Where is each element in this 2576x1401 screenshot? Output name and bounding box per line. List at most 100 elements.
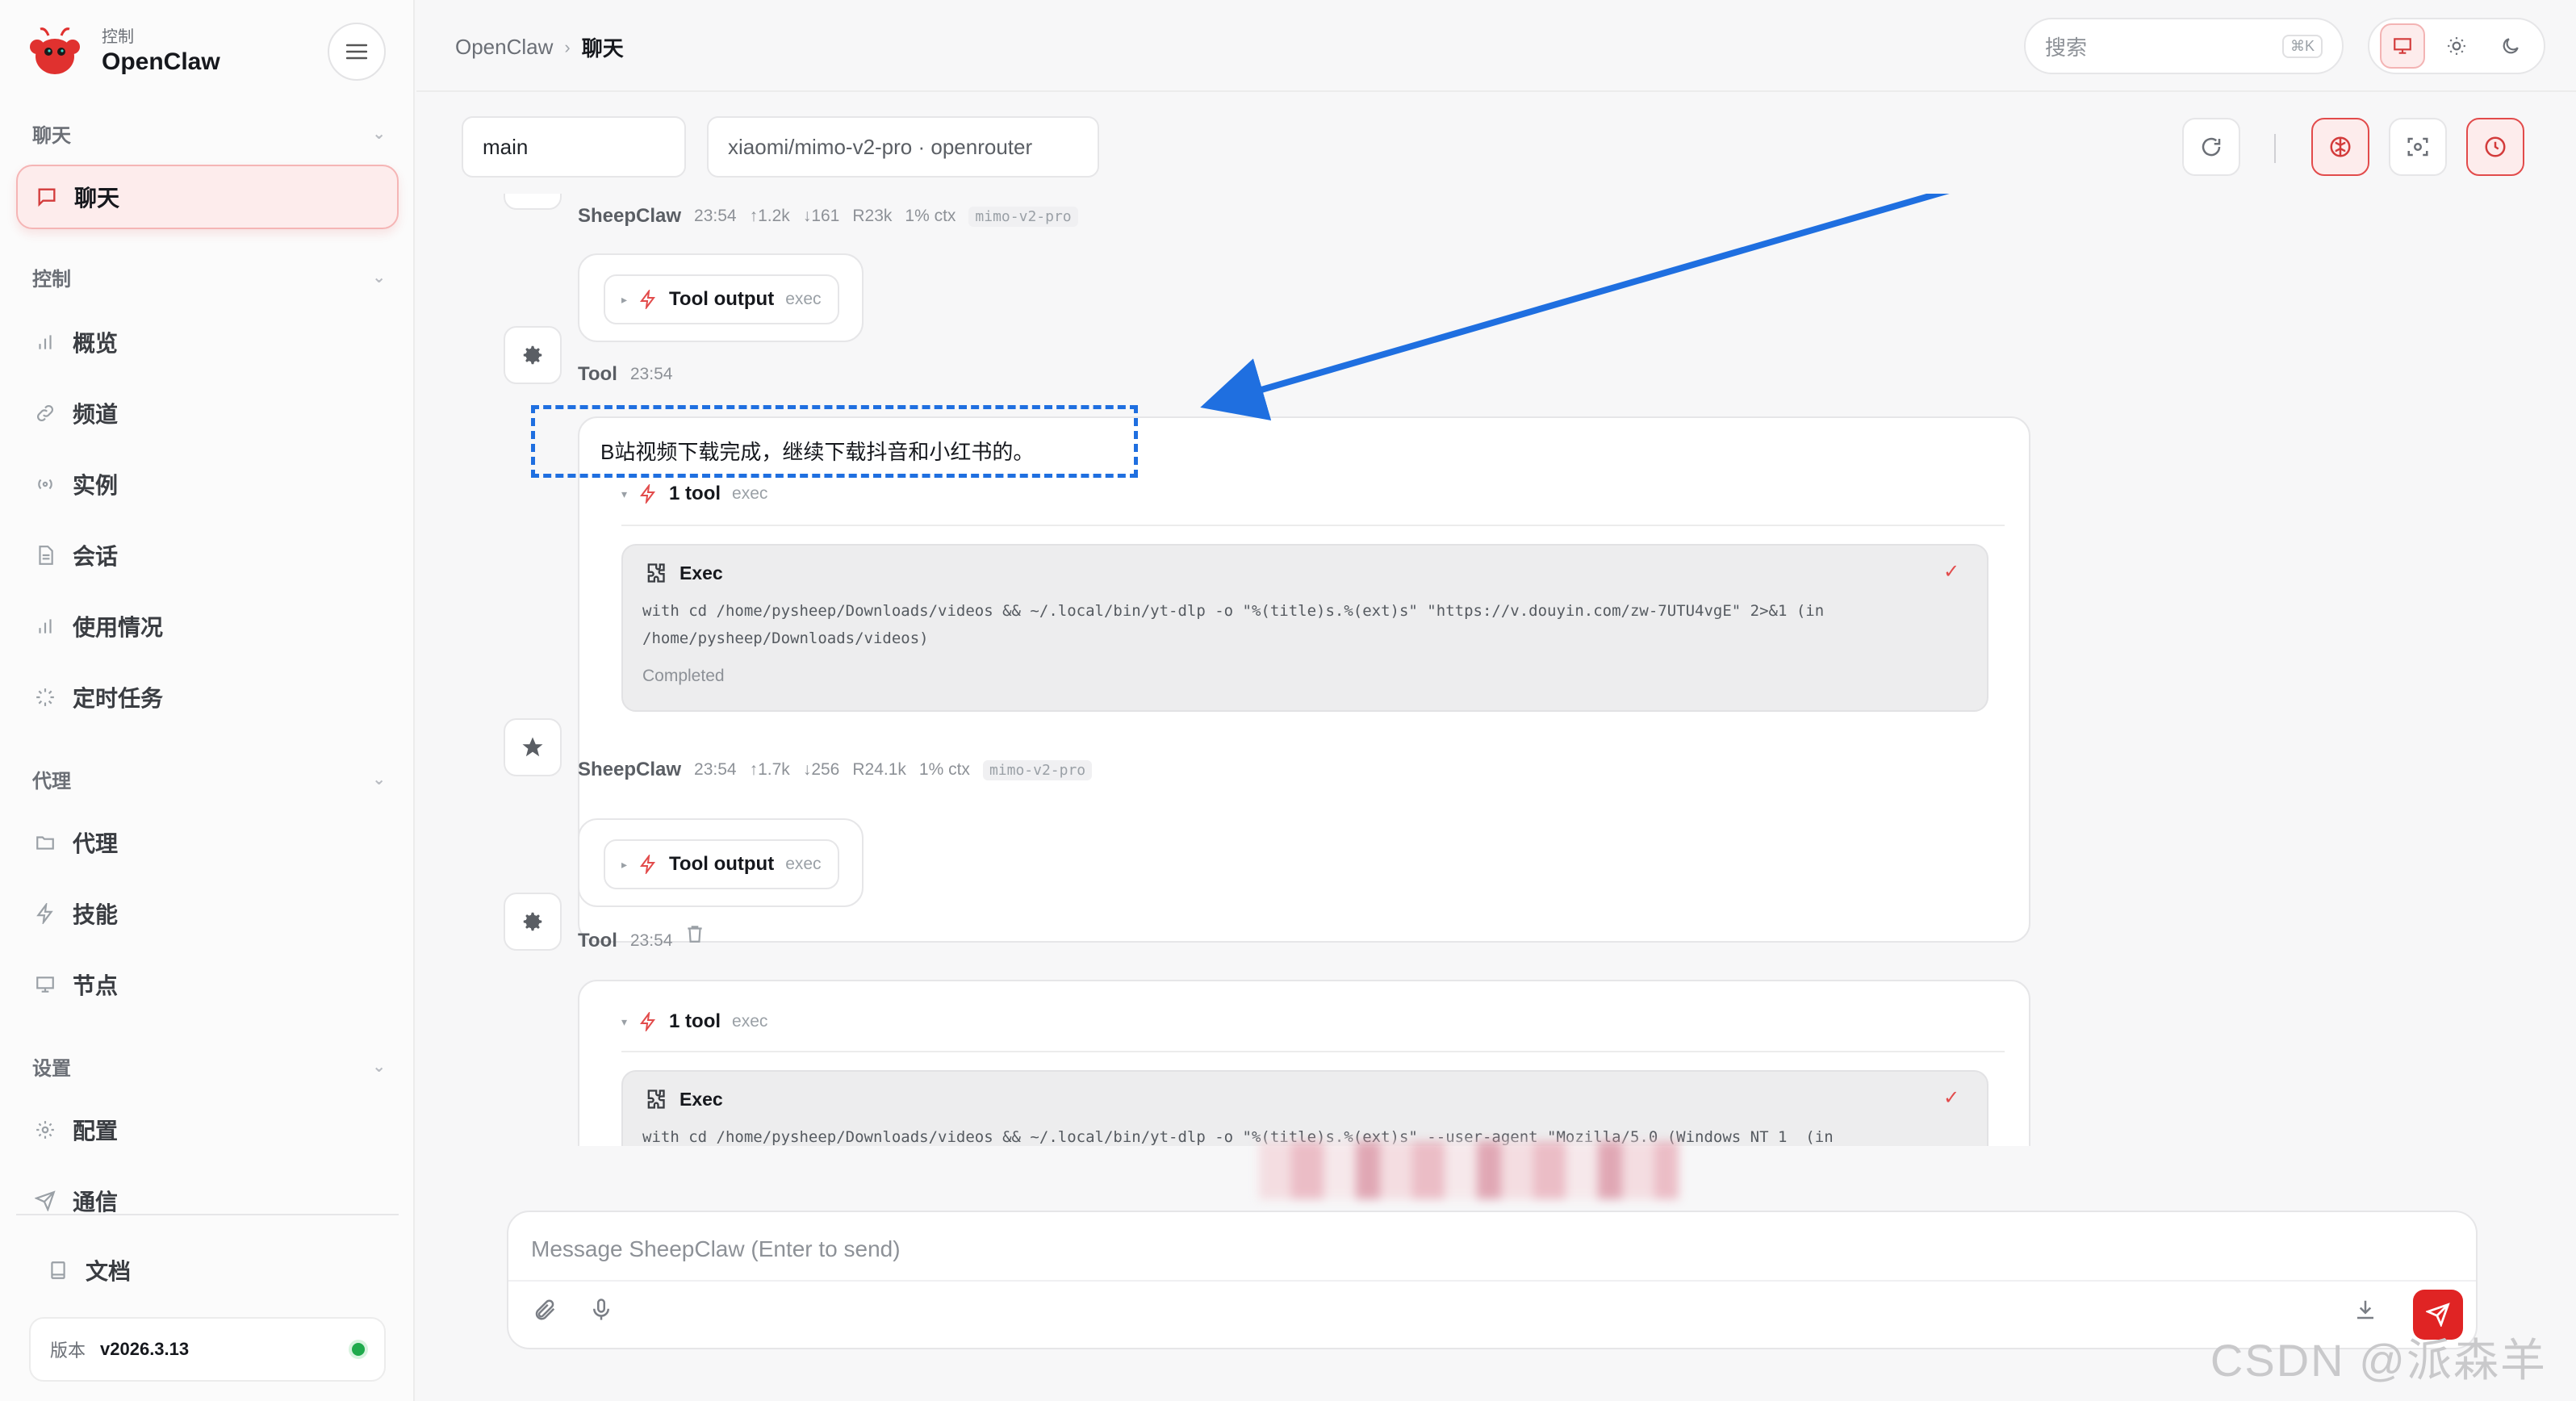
lobster-logo-icon bbox=[26, 23, 84, 81]
theme-toggle bbox=[2368, 18, 2545, 74]
sidebar-item-overview[interactable]: 概览 bbox=[32, 318, 387, 366]
version-label: 版本 bbox=[50, 1340, 86, 1361]
delete-message-button[interactable] bbox=[684, 923, 705, 944]
voice-button[interactable] bbox=[589, 1298, 613, 1322]
refresh-button[interactable] bbox=[2182, 118, 2240, 176]
file-icon bbox=[32, 542, 58, 568]
monitor-icon bbox=[2394, 38, 2412, 54]
sidebar-item-docs[interactable]: 文档 bbox=[45, 1246, 400, 1294]
section-settings-header[interactable]: 设置 ⌄ bbox=[32, 1052, 386, 1081]
chevron-down-icon: ⌄ bbox=[372, 1058, 386, 1076]
hamburger-icon bbox=[346, 44, 367, 60]
star-icon bbox=[522, 737, 543, 757]
assistant-avatar bbox=[504, 718, 562, 776]
message-meta: SheepClaw 23:54 ↑1.7k ↓256 R24.1k 1% ctx… bbox=[578, 759, 1093, 781]
brain-toggle-button[interactable] bbox=[2311, 118, 2369, 176]
attach-button[interactable] bbox=[533, 1298, 557, 1322]
caret-right-icon: ▸ bbox=[621, 857, 628, 871]
folder-icon bbox=[32, 830, 58, 855]
search-shortcut: ⌘K bbox=[2281, 34, 2323, 58]
refresh-icon bbox=[2202, 137, 2221, 157]
tool-group-toggle[interactable]: ▾ 1 tool exec bbox=[621, 1010, 767, 1033]
book-icon bbox=[45, 1257, 71, 1283]
bolt-icon bbox=[638, 1012, 658, 1031]
chat-thread: SheepClaw 23:54 ↑1.2k ↓161 R23k 1% ctx m… bbox=[416, 194, 2576, 1146]
section-chat-header[interactable]: 聊天 ⌄ bbox=[32, 119, 386, 148]
composer-divider bbox=[508, 1280, 2476, 1282]
puzzle-icon bbox=[644, 1088, 667, 1110]
tool-avatar bbox=[504, 893, 562, 951]
radio-icon bbox=[32, 471, 58, 497]
sidebar-item-nodes[interactable]: 节点 bbox=[32, 960, 387, 1009]
tool-result-bubble: ▾ 1 tool exec Exec ✓ with cd /home/pyshe… bbox=[578, 980, 2030, 1146]
chevron-down-icon: ⌄ bbox=[372, 269, 386, 286]
exec-title: Exec bbox=[644, 1088, 723, 1110]
gear-icon bbox=[32, 1117, 58, 1143]
sidebar-item-agents[interactable]: 代理 bbox=[32, 818, 387, 867]
sidebar: 控制 OpenClaw 聊天 ⌄ 聊天 控制 ⌄ 概览 频道 实例 会话 使用情况 bbox=[0, 0, 415, 1401]
search-placeholder: 搜索 bbox=[2045, 35, 2088, 60]
paperclip-icon bbox=[535, 1299, 555, 1320]
message-icon bbox=[34, 184, 60, 210]
clock-icon bbox=[2485, 136, 2506, 157]
sidebar-item-communication[interactable]: 通信 bbox=[32, 1177, 387, 1225]
sidebar-item-skills[interactable]: 技能 bbox=[32, 889, 387, 938]
moon-icon bbox=[2503, 38, 2519, 54]
breadcrumb-current: 聊天 bbox=[581, 36, 624, 61]
sidebar-divider bbox=[16, 1214, 399, 1215]
loader-icon bbox=[32, 684, 58, 710]
brand-name: OpenClaw bbox=[102, 48, 220, 75]
sidebar-item-config[interactable]: 配置 bbox=[32, 1106, 387, 1154]
theme-dark-button[interactable] bbox=[2488, 23, 2533, 69]
send-icon bbox=[2426, 1303, 2450, 1327]
menu-toggle-button[interactable] bbox=[328, 23, 386, 81]
search-input[interactable]: 搜索 ⌘K bbox=[2024, 18, 2344, 74]
bar-chart-icon bbox=[32, 613, 58, 639]
check-icon: ✓ bbox=[1943, 1087, 1960, 1109]
sidebar-item-chat[interactable]: 聊天 bbox=[16, 165, 399, 229]
version-box: 版本 v2026.3.13 bbox=[29, 1317, 386, 1382]
brain-icon bbox=[2330, 136, 2351, 157]
toolbar-separator bbox=[2274, 134, 2276, 163]
sidebar-item-channels[interactable]: 频道 bbox=[32, 389, 387, 437]
breadcrumb: OpenClaw › 聊天 bbox=[455, 32, 624, 62]
chevron-down-icon: ⌄ bbox=[372, 771, 386, 788]
monitor-icon bbox=[32, 972, 58, 997]
sidebar-item-sessions[interactable]: 会话 bbox=[32, 531, 387, 579]
section-control-header[interactable]: 控制 ⌄ bbox=[32, 263, 386, 291]
microphone-icon bbox=[593, 1299, 609, 1320]
trash-icon bbox=[688, 926, 702, 943]
brand-subtitle: 控制 bbox=[102, 28, 134, 46]
model-select[interactable]: xiaomi/mimo-v2-pro · openrouter bbox=[707, 116, 1099, 178]
bolt-icon bbox=[638, 855, 658, 874]
sun-icon bbox=[2448, 37, 2465, 55]
focus-button[interactable] bbox=[2389, 118, 2447, 176]
brand[interactable]: 控制 OpenClaw bbox=[26, 23, 220, 81]
sidebar-item-cron[interactable]: 定时任务 bbox=[32, 673, 387, 721]
tool-output-bubble: ▸ Tool output exec bbox=[578, 818, 864, 907]
chevron-down-icon: ⌄ bbox=[372, 125, 386, 143]
theme-system-button[interactable] bbox=[2380, 23, 2426, 69]
session-select[interactable]: main bbox=[462, 116, 686, 178]
topbar: OpenClaw › 聊天 搜索 ⌘K bbox=[416, 0, 2576, 92]
watermark: CSDN @派森羊 bbox=[2210, 1335, 2547, 1386]
section-agents-header[interactable]: 代理 ⌄ bbox=[32, 765, 386, 793]
breadcrumb-root[interactable]: OpenClaw bbox=[455, 35, 553, 60]
message-meta: Tool 23:54 bbox=[578, 930, 673, 951]
bar-chart-icon bbox=[32, 329, 58, 355]
model-name: xiaomi/mimo-v2-pro · openrouter bbox=[728, 134, 1033, 159]
tool-output-toggle[interactable]: ▸ Tool output exec bbox=[604, 839, 839, 889]
bolt-icon bbox=[32, 901, 58, 926]
session-name: main bbox=[483, 134, 529, 159]
version-value: v2026.3.13 bbox=[100, 1339, 190, 1359]
breadcrumb-separator: › bbox=[564, 36, 571, 57]
exec-card[interactable]: Exec ✓ with cd /home/pysheep/Downloads/v… bbox=[621, 1070, 1988, 1146]
status-dot-icon bbox=[352, 1343, 365, 1356]
message-input[interactable]: Message SheepClaw (Enter to send) bbox=[531, 1236, 901, 1262]
export-button[interactable] bbox=[2353, 1298, 2377, 1322]
theme-light-button[interactable] bbox=[2434, 23, 2479, 69]
message-composer[interactable]: Message SheepClaw (Enter to send) bbox=[507, 1211, 2478, 1349]
sidebar-item-usage[interactable]: 使用情况 bbox=[32, 602, 387, 650]
history-button[interactable] bbox=[2466, 118, 2524, 176]
sidebar-item-instances[interactable]: 实例 bbox=[32, 460, 387, 508]
